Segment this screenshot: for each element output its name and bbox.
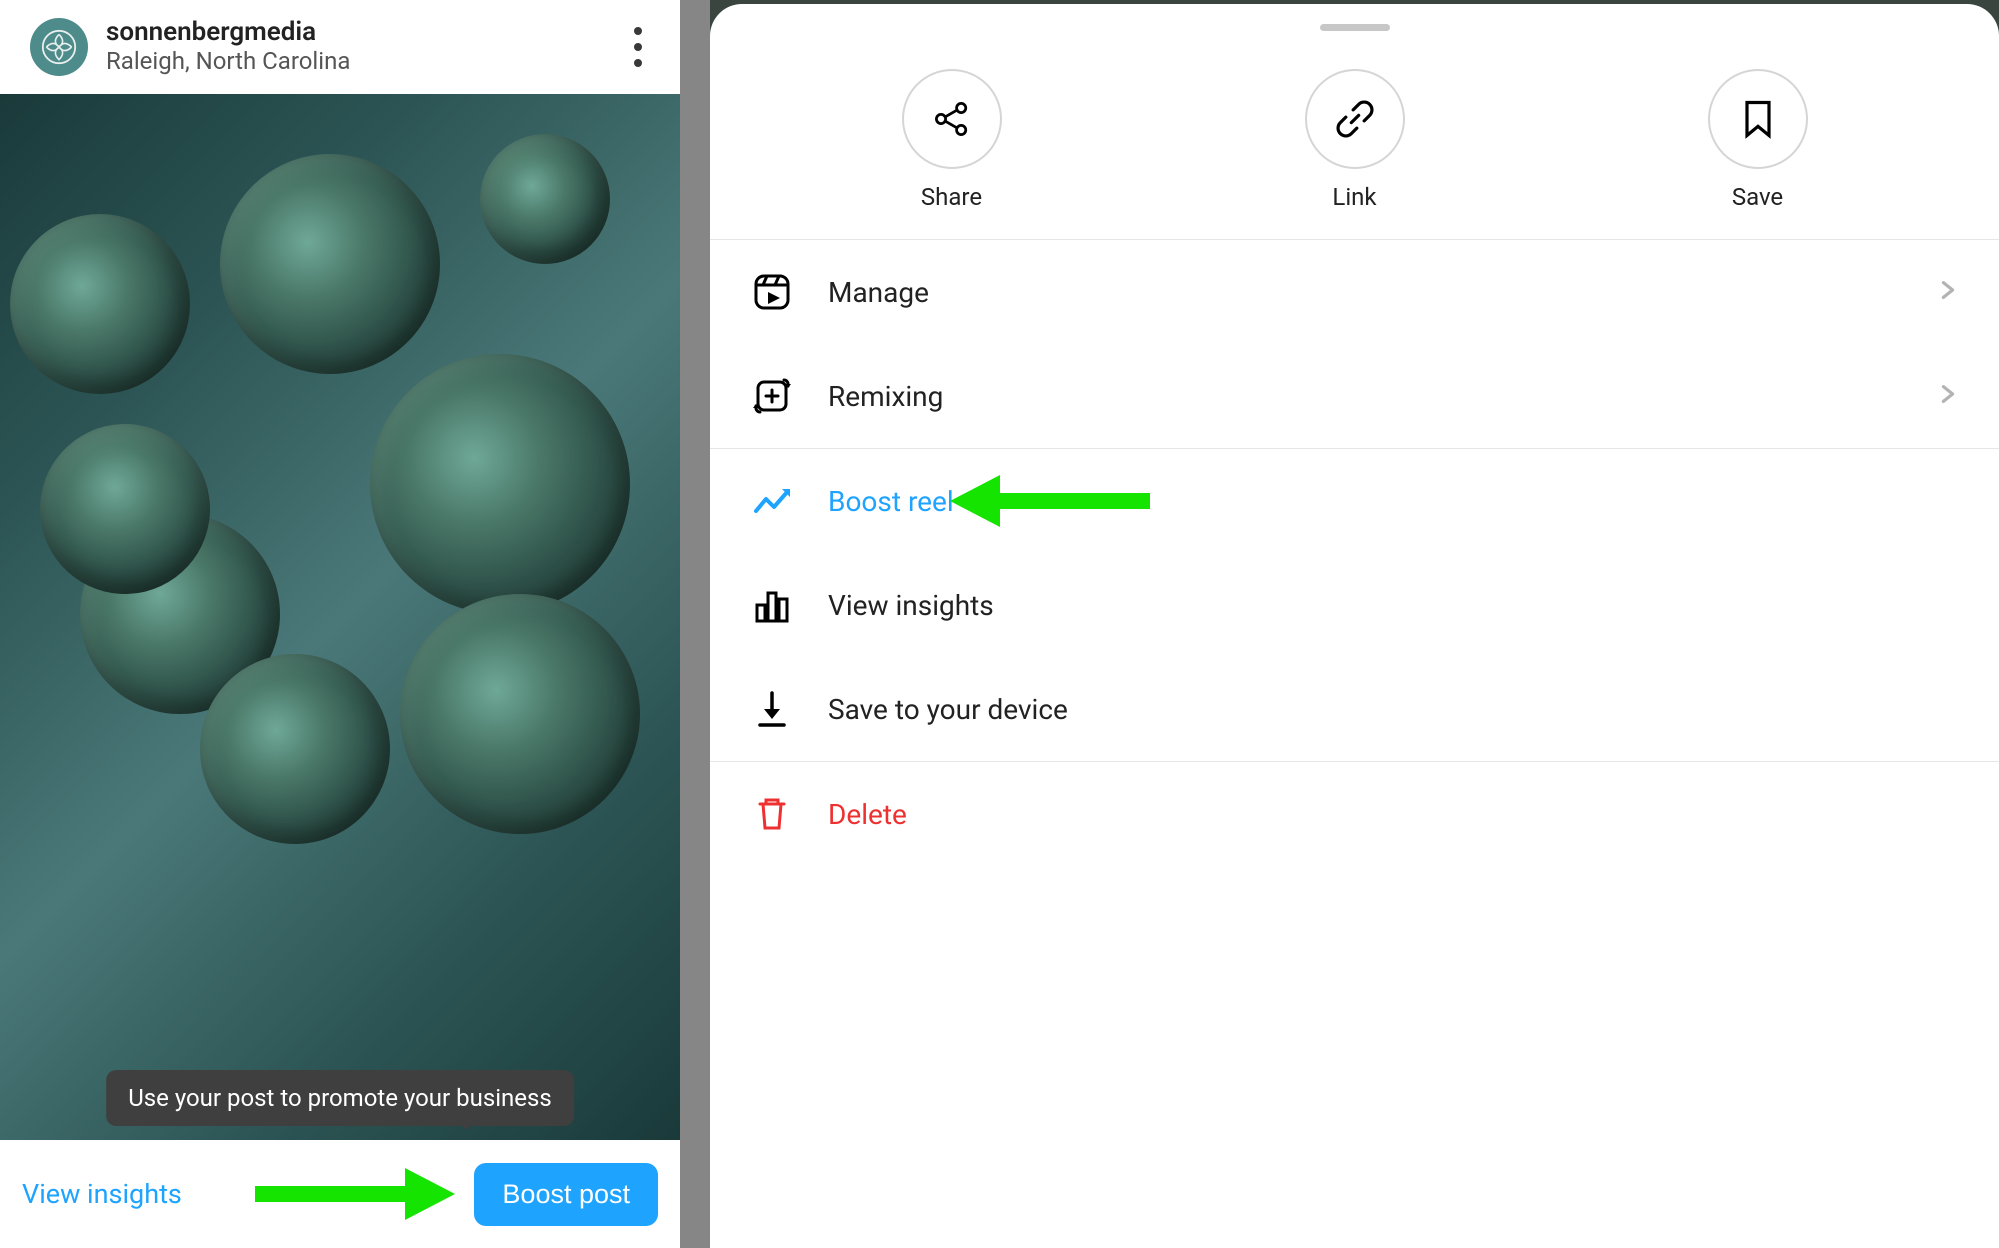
- image-decor: [400, 594, 640, 834]
- post-header: sonnenbergmedia Raleigh, North Carolina: [0, 0, 680, 94]
- boost-post-button[interactable]: Boost post: [474, 1163, 658, 1226]
- location[interactable]: Raleigh, North Carolina: [106, 48, 600, 76]
- delete-item[interactable]: Delete: [710, 762, 1999, 866]
- view-insights-item[interactable]: View insights: [710, 553, 1999, 657]
- manage-item[interactable]: Manage: [710, 240, 1999, 344]
- view-insights-link[interactable]: View insights: [22, 1178, 182, 1210]
- view-insights-label: View insights: [828, 589, 1959, 622]
- menu-list: Manage Remixing Boost reel: [710, 240, 1999, 866]
- image-decor: [10, 214, 190, 394]
- link-action[interactable]: Link: [1285, 69, 1425, 211]
- trash-icon: [750, 792, 794, 836]
- post-image[interactable]: Use your post to promote your business: [0, 94, 680, 1140]
- image-decor: [480, 134, 610, 264]
- sheet-grabber[interactable]: [1320, 24, 1390, 31]
- avatar-logo-icon: [41, 29, 77, 65]
- avatar[interactable]: [30, 18, 88, 76]
- remix-icon: [750, 374, 794, 418]
- manage-label: Manage: [828, 276, 1903, 309]
- chevron-right-icon: [1937, 279, 1959, 305]
- save-label: Save: [1732, 183, 1783, 211]
- image-decor: [200, 654, 390, 844]
- delete-label: Delete: [828, 798, 1959, 831]
- post-footer: View insights Boost post: [0, 1140, 680, 1248]
- share-label: Share: [921, 183, 982, 211]
- dot-icon: [634, 43, 642, 51]
- save-device-item[interactable]: Save to your device: [710, 657, 1999, 761]
- reel-manage-icon: [750, 270, 794, 314]
- bottom-sheet: Share Link Save Manage: [710, 4, 1999, 1248]
- insights-icon: [750, 583, 794, 627]
- link-label: Link: [1332, 183, 1376, 211]
- username[interactable]: sonnenbergmedia: [106, 18, 600, 48]
- chevron-right-icon: [1937, 383, 1959, 409]
- post-view: sonnenbergmedia Raleigh, North Carolina …: [0, 0, 680, 1248]
- boost-reel-label: Boost reel: [828, 485, 1959, 518]
- share-icon: [902, 69, 1002, 169]
- download-icon: [750, 687, 794, 731]
- save-device-label: Save to your device: [828, 693, 1959, 726]
- action-row: Share Link Save: [710, 41, 1999, 239]
- remixing-label: Remixing: [828, 380, 1903, 413]
- remixing-item[interactable]: Remixing: [710, 344, 1999, 448]
- image-decor: [220, 154, 440, 374]
- header-text: sonnenbergmedia Raleigh, North Carolina: [106, 18, 600, 75]
- boost-reel-item[interactable]: Boost reel: [710, 449, 1999, 553]
- reel-options-view: Share Link Save Manage: [710, 0, 1999, 1248]
- screenshot-divider: [680, 0, 710, 1248]
- save-action[interactable]: Save: [1688, 69, 1828, 211]
- dot-icon: [634, 59, 642, 67]
- bookmark-icon: [1708, 69, 1808, 169]
- link-icon: [1305, 69, 1405, 169]
- dot-icon: [634, 27, 642, 35]
- boost-tooltip: Use your post to promote your business: [106, 1070, 574, 1126]
- more-options-button[interactable]: [618, 22, 658, 72]
- share-action[interactable]: Share: [882, 69, 1022, 211]
- annotation-arrow-icon: [255, 1168, 455, 1220]
- trend-up-icon: [750, 479, 794, 523]
- image-decor: [370, 354, 630, 614]
